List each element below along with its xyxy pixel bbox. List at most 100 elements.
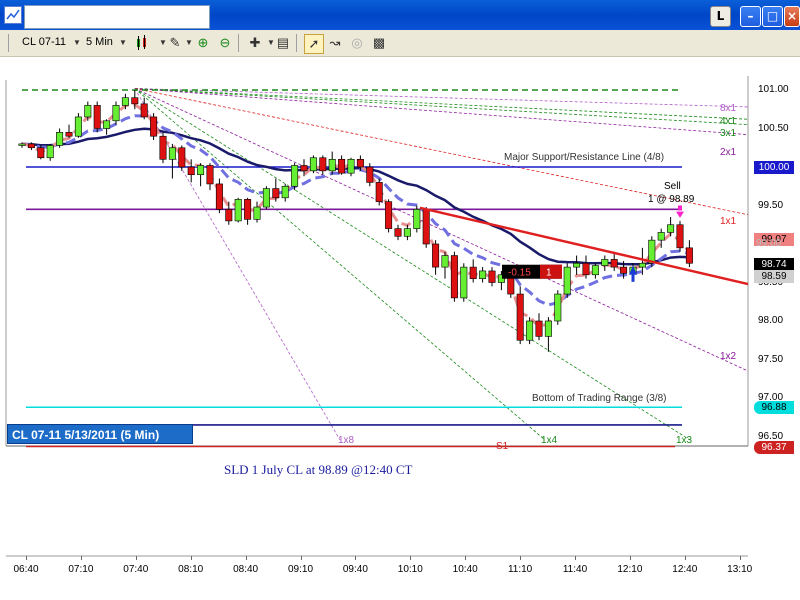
toolbar-grip [8,34,9,52]
bullish-candle [554,293,562,322]
trading-range-label: Bottom of Trading Range (3/8) [532,393,667,405]
bearish-candle [610,259,618,268]
time-tick-mark [575,556,576,560]
time-tick-mark [245,556,247,560]
instrument-selector[interactable]: CL 07-11 [22,36,66,48]
price-marker-box: 96.37 [754,440,794,454]
bullish-candle [638,262,646,268]
time-tick-label: 11:10 [507,564,533,575]
bullish-candle [234,199,242,222]
bearish-candle [432,243,440,268]
bullish-candle [601,259,609,266]
bearish-candle [150,116,158,137]
bearish-candle [272,188,280,199]
moving-averages [21,103,691,329]
bearish-candle [582,262,590,276]
disabled-tool-icon[interactable]: ◎ [348,34,366,52]
time-tick-label: 09:40 [342,564,368,575]
bearish-candle [319,157,327,172]
zoom-in-icon[interactable]: ⊕ [194,34,212,52]
time-tick-label: 09:10 [287,564,314,575]
chart-toolbar: CL 07-11 ▼ 5 Min ▼ ▼ ✎ ▼ ⊕ ⊖ ✚ ▼ ▤ ➚ ↝ ◎… [0,30,800,57]
bearish-candle [535,320,543,337]
sell-detail-label: 1 @ 98.89 [648,193,695,205]
entry-arrow-stem [631,274,635,282]
bullish-candle [667,224,675,233]
gann-label: 1x3 [676,435,693,447]
medium-ma-line [21,114,690,307]
time-tick-mark [739,556,741,560]
properties-icon[interactable]: ▤ [274,34,292,52]
s1-label: S1 [496,440,509,452]
price-marker-box: 96.88 [754,401,794,415]
bullish-candle [347,159,355,174]
chevron-down-icon[interactable]: ▼ [68,34,86,52]
maximize-icon[interactable]: □ [762,6,783,27]
position-qty: 1 [546,268,552,279]
bullish-candle [563,266,571,295]
price-tick-label: 97.50 [758,353,784,365]
grid-lines [5,76,749,557]
close-icon[interactable]: × [784,6,800,27]
bullish-candle [573,262,581,268]
template-icon[interactable]: ▩ [370,34,388,52]
bullish-candle [648,239,656,264]
bullish-candle [544,320,552,337]
gann-fan-line [134,88,749,136]
gann-label: 1x2 [720,351,737,363]
sell-arrow-icon [676,211,684,218]
bearish-candle [366,166,374,183]
indicators-icon[interactable]: ↝ [326,34,344,52]
strategy-icon[interactable]: ➚ [304,34,324,54]
bearish-candle [27,143,35,149]
time-tick-label: 07:10 [68,564,94,575]
time-tick-mark [684,556,686,560]
chart-app-icon [4,6,22,24]
bullish-candle [291,165,299,187]
bearish-candle [206,165,214,185]
gann-label: 4x1 [720,115,737,127]
slow-ma-line [21,127,690,266]
toolbar-separator [296,34,297,52]
zoom-out-icon[interactable]: ⊖ [216,34,234,52]
minimize-icon[interactable]: – [740,6,761,27]
time-tick-mark [190,556,192,560]
bullish-candle [168,147,176,160]
chart-area[interactable]: -0.151 101.00100.50100.0099.5099.0098.50… [0,56,800,600]
bullish-candle [413,209,421,229]
bearish-candle [394,228,402,237]
bearish-candle [516,293,524,341]
gann-label: 1x4 [541,435,558,447]
window-title-field[interactable] [24,5,210,29]
time-tick-label: 07:40 [123,564,149,575]
bearish-candle [488,270,496,283]
price-chart[interactable]: -0.15 1 [0,56,800,600]
price-tick-label: 99.50 [758,199,784,211]
sell-arrow-stem [678,205,682,211]
link-l-button[interactable]: L [710,6,731,27]
bullish-candle [197,165,205,175]
chevron-down-icon[interactable]: ▼ [114,34,132,52]
candlesticks [18,90,693,352]
time-tick-label: 11:40 [562,564,588,575]
bearish-candle [356,159,364,168]
bullish-candle [253,206,261,220]
time-tick-mark [80,556,82,560]
bullish-candle [591,265,599,276]
bearish-candle [385,201,393,229]
toolbar-separator [238,34,239,52]
gann-fan-line [134,88,546,441]
price-tick-label: 100.50 [758,122,789,134]
candlestick-icon[interactable] [134,34,152,52]
bullish-candle [460,266,468,299]
major-support-label: Major Support/Resistance Line (4/8) [504,152,665,163]
gann-fan-lines [134,88,749,441]
price-tick-label: 96.50 [758,430,784,442]
gann-fan-line [134,88,749,126]
position-pnl: -0.15 [508,268,531,279]
bearish-candle [65,132,73,137]
bullish-candle [112,105,120,122]
interval-selector[interactable]: 5 Min [86,36,113,48]
price-ghost-label: 99.00 [756,238,782,249]
bearish-candle [300,165,308,172]
